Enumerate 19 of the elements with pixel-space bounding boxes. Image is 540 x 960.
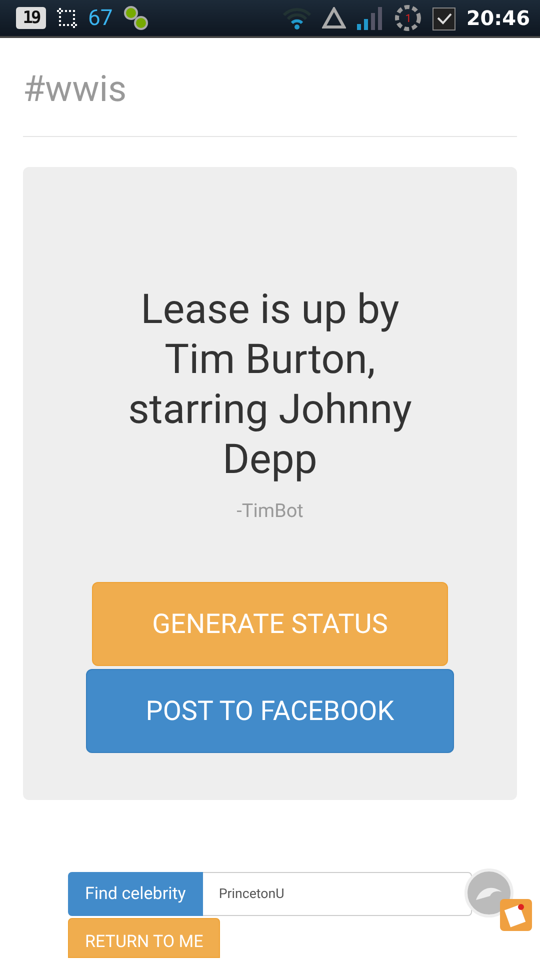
link-icon: [122, 5, 149, 31]
wifi-icon: [282, 6, 312, 30]
celebrity-input[interactable]: PrincetonU: [202, 872, 472, 916]
page-title: #wwis: [23, 38, 517, 137]
quote-author: -TimBot: [236, 499, 304, 522]
return-button[interactable]: RETURN TO ME: [68, 918, 220, 958]
clock-time: 20:46: [466, 6, 530, 30]
find-celebrity-label: Find celebrity: [68, 872, 203, 916]
signal-icon: [356, 5, 384, 31]
post-button[interactable]: POST TO FACEBOOK: [86, 669, 454, 753]
crop-icon: [56, 7, 78, 29]
generate-button[interactable]: GENERATE STATUS: [92, 582, 448, 666]
quote-text: Lease is up by Tim Burton, starring Johnny Depp: [127, 285, 413, 485]
checkbox-icon: [432, 5, 456, 31]
alarm-count-label: 1: [404, 10, 412, 26]
note-icon[interactable]: [500, 899, 532, 931]
notification-count: 67: [88, 6, 113, 30]
battery-indicator: 19: [16, 7, 46, 29]
triangle-icon: [322, 7, 346, 29]
